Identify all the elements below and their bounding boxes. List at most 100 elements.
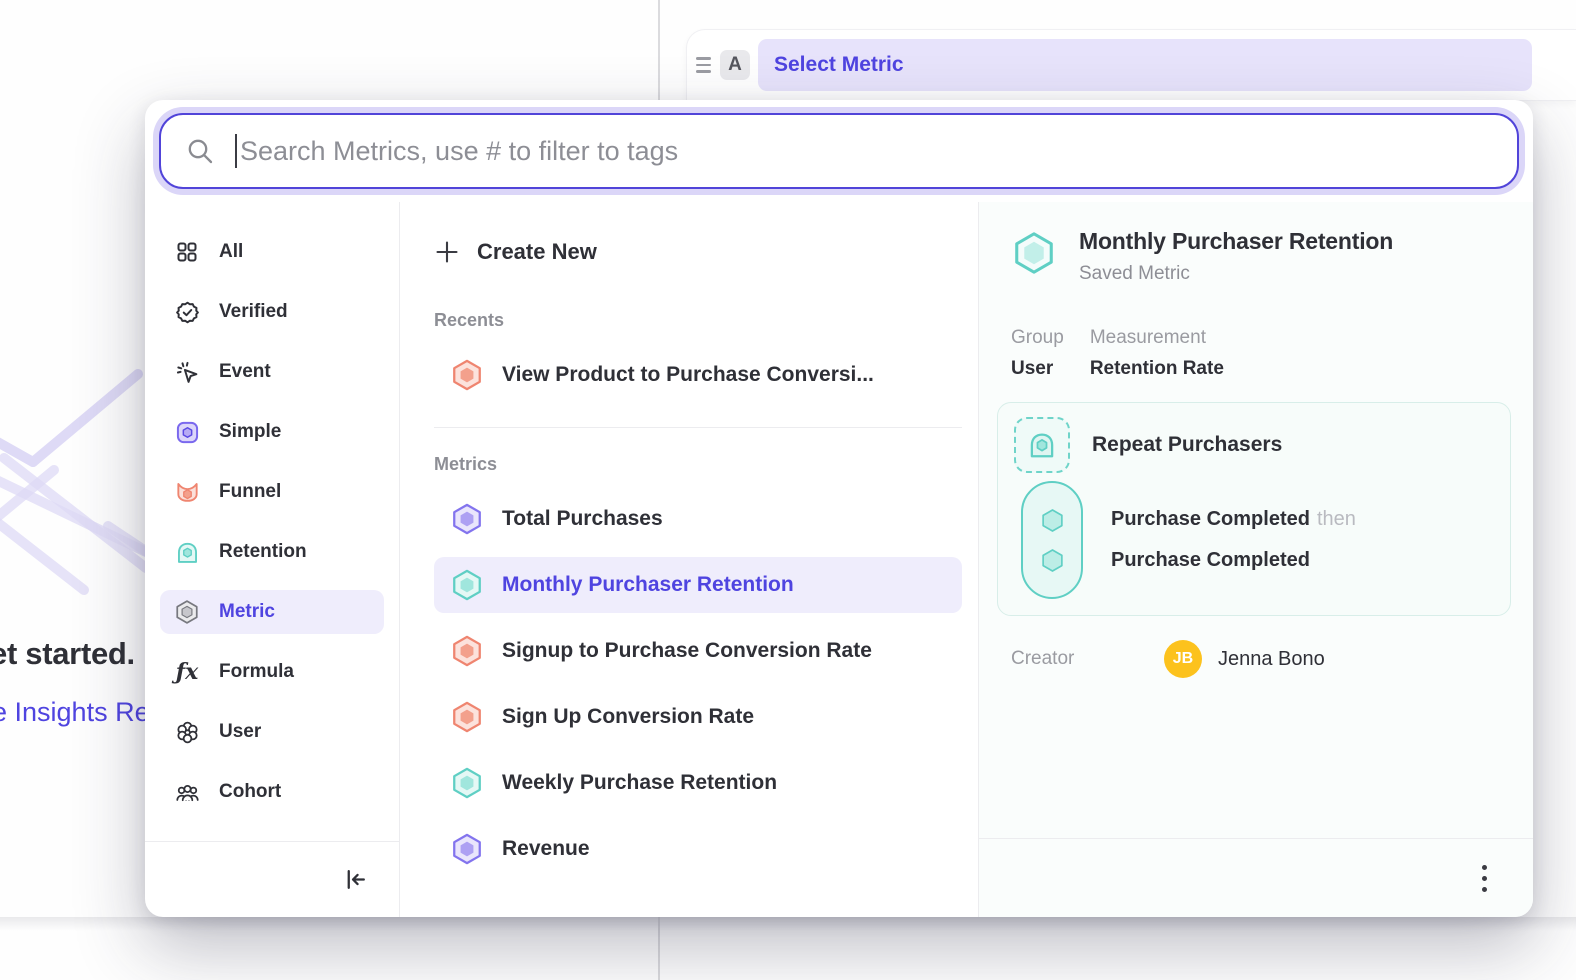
- creator-row: Creator JB Jenna Bono: [997, 640, 1511, 678]
- metric-item-monthly-purchaser-retention[interactable]: Monthly Purchaser Retention: [434, 557, 962, 613]
- metric-item-label: View Product to Purchase Conversi...: [502, 363, 874, 387]
- details-footer: [979, 838, 1533, 917]
- sidebar-item-label: Formula: [219, 661, 294, 683]
- verified-badge-icon: [174, 299, 200, 325]
- retention-icon: [174, 539, 200, 565]
- details-subtitle: Saved Metric: [1079, 263, 1393, 285]
- sidebar-item-label: Verified: [219, 301, 288, 323]
- metric-item-label: Monthly Purchaser Retention: [502, 573, 794, 597]
- metric-item-label: Total Purchases: [502, 507, 663, 531]
- creator-name: Jenna Bono: [1218, 648, 1325, 671]
- sidebar-item-label: User: [219, 721, 261, 743]
- sidebar-item-cohort[interactable]: Cohort: [160, 770, 384, 814]
- hexagon-icon: [450, 568, 484, 602]
- metric-item-sign-up-conversion-rate[interactable]: Sign Up Conversion Rate: [434, 689, 962, 745]
- avatar: JB: [1164, 640, 1202, 678]
- metric-details-panel: Monthly Purchaser Retention Saved Metric…: [978, 202, 1533, 917]
- creator-label: Creator: [1011, 648, 1164, 670]
- sidebar-item-funnel[interactable]: Funnel: [160, 470, 384, 514]
- sidebar-item-label: Retention: [219, 541, 307, 563]
- metric-list-panel: Create New Recents View Product to Purch…: [400, 202, 978, 917]
- hexagon-icon: [450, 502, 484, 536]
- metric-item-label: Sign Up Conversion Rate: [502, 705, 754, 729]
- metrics-header: Metrics: [434, 454, 962, 475]
- field-measurement: Measurement Retention Rate: [1090, 327, 1224, 380]
- filter-sidebar: All Verified: [145, 202, 400, 917]
- definition-steps-text: Purchase Completed then Purchase Complete…: [1111, 499, 1356, 581]
- drag-handle-icon[interactable]: [696, 57, 711, 73]
- sidebar-item-metric[interactable]: Metric: [160, 590, 384, 634]
- sidebar-item-label: Simple: [219, 421, 281, 443]
- sidebar-item-label: All: [219, 241, 243, 263]
- definition-card-header: Repeat Purchasers: [1014, 417, 1494, 473]
- recents-header: Recents: [434, 310, 962, 331]
- details-title: Monthly Purchaser Retention: [1079, 228, 1393, 255]
- details-header: Monthly Purchaser Retention Saved Metric: [997, 228, 1511, 285]
- step-1-event: Purchase Completed: [1111, 508, 1310, 530]
- modal-content: All Verified: [145, 202, 1533, 917]
- metric-item-weekly-purchase-retention[interactable]: Weekly Purchase Retention: [434, 755, 962, 811]
- step-2-event: Purchase Completed: [1111, 549, 1310, 571]
- search-input[interactable]: Search Metrics, use # to filter to tags: [159, 113, 1519, 189]
- page: et started. e Insights Re A Select Metri…: [0, 0, 1576, 980]
- hexagon-icon: [450, 766, 484, 800]
- sidebar-item-label: Funnel: [219, 481, 281, 503]
- saved-metric-definition-card: Repeat Purchasers Purchase Completed then…: [997, 402, 1511, 616]
- hexagon-icon: [450, 832, 484, 866]
- field-label: Measurement: [1090, 327, 1224, 349]
- simple-metric-icon: [174, 419, 200, 445]
- sidebar-item-verified[interactable]: Verified: [160, 290, 384, 334]
- field-value: Retention Rate: [1090, 358, 1224, 380]
- filter-list: All Verified: [145, 202, 399, 841]
- metric-query-row: A Select Metric: [687, 30, 1576, 100]
- search-placeholder: Search Metrics, use # to filter to tags: [240, 136, 678, 167]
- recent-metric-item[interactable]: View Product to Purchase Conversi...: [434, 347, 962, 403]
- step-connector: then: [1317, 508, 1356, 530]
- metric-list: Create New Recents View Product to Purch…: [400, 202, 978, 917]
- create-new-label: Create New: [477, 239, 597, 265]
- sidebar-item-user[interactable]: User: [160, 710, 384, 754]
- metric-item-signup-to-purchase-conversion-rate[interactable]: Signup to Purchase Conversion Rate: [434, 623, 962, 679]
- event-cursor-icon: [174, 359, 200, 385]
- metric-item-total-purchases[interactable]: Total Purchases: [434, 491, 962, 547]
- field-label: Group: [1011, 327, 1064, 349]
- kebab-menu-icon[interactable]: [1478, 861, 1491, 896]
- hexagon-icon: [1011, 230, 1057, 276]
- field-group: Group User: [1011, 327, 1064, 380]
- text-caret: [235, 134, 237, 168]
- search-icon: [185, 136, 215, 166]
- sidebar-item-all[interactable]: All: [160, 230, 384, 274]
- create-new-button[interactable]: Create New: [434, 228, 962, 276]
- series-letter-badge[interactable]: A: [720, 50, 750, 80]
- metric-item-label: Revenue: [502, 837, 590, 861]
- background-heading-fragment: et started.: [0, 636, 135, 672]
- funnel-steps-capsule: [1021, 481, 1083, 599]
- formula-icon: ƒx: [174, 659, 200, 685]
- sidebar-item-retention[interactable]: Retention: [160, 530, 384, 574]
- cohort-icon: [174, 779, 200, 805]
- list-divider: [434, 427, 962, 428]
- details-fields: Group User Measurement Retention Rate: [997, 327, 1511, 380]
- hexagon-icon: [450, 634, 484, 668]
- select-metric-button[interactable]: Select Metric: [758, 39, 1532, 91]
- definition-card-steps: Purchase Completed then Purchase Complete…: [1014, 481, 1494, 599]
- metric-picker-modal: Search Metrics, use # to filter to tags …: [145, 100, 1533, 917]
- funnel-icon: [174, 479, 200, 505]
- background-link-fragment[interactable]: e Insights Re: [0, 697, 150, 728]
- search-focus-ring: Search Metrics, use # to filter to tags: [153, 107, 1525, 195]
- user-icon: [174, 719, 200, 745]
- sidebar-item-event[interactable]: Event: [160, 350, 384, 394]
- sidebar-item-formula[interactable]: ƒx Formula: [160, 650, 384, 694]
- sidebar-item-simple[interactable]: Simple: [160, 410, 384, 454]
- metric-hexagon-icon: [174, 599, 200, 625]
- sidebar-item-label: Metric: [219, 601, 275, 623]
- plus-icon: [434, 239, 460, 265]
- grid-icon: [174, 239, 200, 265]
- hexagon-icon: [450, 700, 484, 734]
- select-metric-label: Select Metric: [774, 53, 904, 77]
- metric-item-label: Weekly Purchase Retention: [502, 771, 777, 795]
- metric-item-revenue[interactable]: Revenue: [434, 821, 962, 877]
- hexagon-icon: [450, 358, 484, 392]
- collapse-left-icon[interactable]: [342, 866, 369, 893]
- sidebar-item-label: Cohort: [219, 781, 281, 803]
